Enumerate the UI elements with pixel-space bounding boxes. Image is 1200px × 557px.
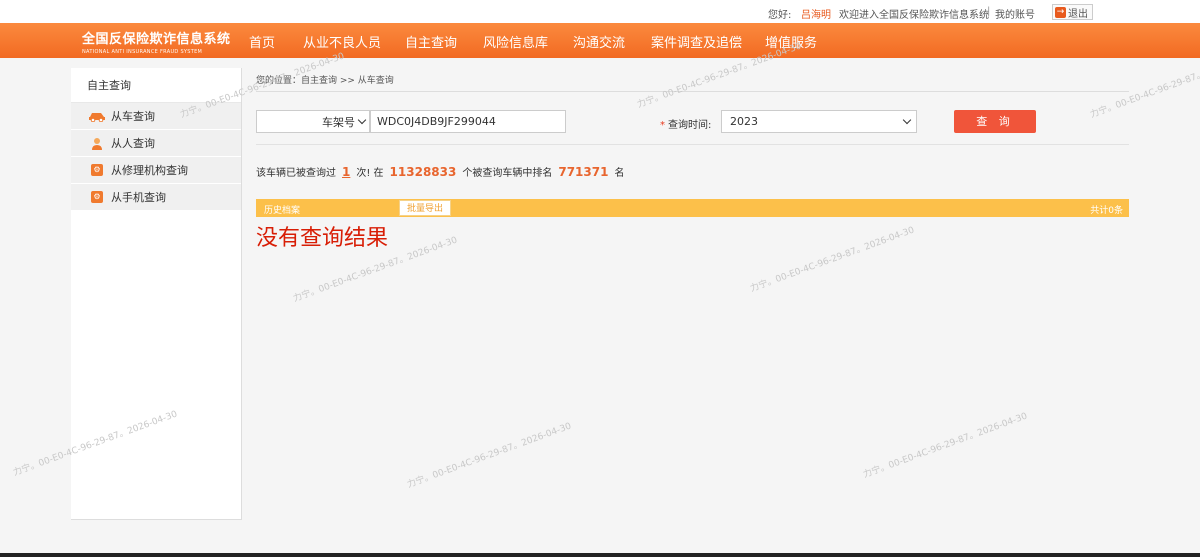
logout-button[interactable]: → 退出 bbox=[1052, 4, 1093, 20]
phone-icon: ⚙ bbox=[88, 191, 106, 204]
greeting: 您好: bbox=[768, 10, 792, 21]
query-count[interactable]: 1 bbox=[342, 165, 350, 179]
sidebar-item-phone[interactable]: ⚙ 从手机查询 bbox=[71, 184, 241, 211]
watermark: 力宁。00-E0-4C-96-29-87。2026-04-30 bbox=[862, 411, 1029, 481]
logout-label: 退出 bbox=[1068, 8, 1088, 20]
chevron-down-icon bbox=[357, 115, 367, 125]
breadcrumb: 您的位置：自主查询 >> 从车查询 bbox=[256, 76, 394, 86]
my-account-link[interactable]: 我的账号 bbox=[995, 6, 1035, 21]
sidebar-item-label: 从人查询 bbox=[111, 137, 155, 150]
sidebar-item-label: 从车查询 bbox=[111, 110, 155, 123]
system-logo[interactable]: 全国反保险欺诈信息系统 NATIONAL ANTI INSURANCE FRAU… bbox=[82, 28, 231, 55]
divider bbox=[256, 144, 1129, 145]
sidebar-item-vehicle[interactable]: 从车查询 bbox=[71, 103, 241, 130]
person-icon bbox=[88, 137, 106, 150]
logo-title-en: NATIONAL ANTI INSURANCE FRAUD SYSTEM bbox=[82, 49, 203, 55]
sidebar-item-repair-shop[interactable]: ⚙ 从修理机构查询 bbox=[71, 157, 241, 184]
welcome-text: 欢迎进入全国反保险欺诈信息系统 bbox=[839, 10, 989, 21]
nav-value-added[interactable]: 增值服务 bbox=[765, 32, 817, 51]
watermark: 力宁。00-E0-4C-96-29-87。2026-04-30 bbox=[749, 225, 916, 295]
sidebar-title: 自主查询 bbox=[71, 68, 241, 103]
nav-case-investigation[interactable]: 案件调查及追偿 bbox=[651, 32, 742, 51]
car-icon bbox=[88, 110, 106, 123]
nav-home[interactable]: 首页 bbox=[249, 32, 275, 51]
sidebar-item-person[interactable]: 从人查询 bbox=[71, 130, 241, 157]
logout-icon: → bbox=[1055, 6, 1066, 18]
query-time-text: 查询时间: bbox=[668, 120, 712, 131]
required-mark: * bbox=[660, 120, 665, 131]
taskbar-edge bbox=[0, 553, 1200, 557]
sidebar-item-label: 从手机查询 bbox=[111, 191, 166, 204]
chevron-down-icon bbox=[902, 115, 912, 125]
nav-risk-db[interactable]: 风险信息库 bbox=[483, 32, 548, 51]
repair-shop-icon: ⚙ bbox=[88, 164, 106, 177]
query-year-value: 2023 bbox=[730, 115, 758, 128]
topbar-separator: | bbox=[987, 6, 991, 17]
username[interactable]: 吕海明 bbox=[801, 6, 831, 21]
sidebar-item-label: 从修理机构查询 bbox=[111, 164, 188, 177]
query-stats: 该车辆已被查询过 1 次! 在 11328833 个被查询车辆中排名 77137… bbox=[256, 164, 624, 179]
watermark: 力宁。00-E0-4C-96-29-87。2026-04-30 bbox=[1089, 51, 1200, 121]
no-result-message: 没有查询结果 bbox=[256, 226, 389, 251]
nav-bad-practitioners[interactable]: 从业不良人员 bbox=[303, 32, 381, 51]
stats-rank-text: 个被查询车辆中排名 bbox=[462, 168, 553, 179]
total-vehicles: 11328833 bbox=[389, 165, 457, 179]
query-time-label: * 查询时间: bbox=[660, 116, 711, 131]
stats-middle: 次! 在 bbox=[356, 168, 384, 179]
stats-suffix: 名 bbox=[614, 168, 625, 179]
divider bbox=[256, 91, 1129, 92]
batch-export-button[interactable]: 批量导出 bbox=[399, 200, 452, 216]
vin-input[interactable] bbox=[370, 110, 566, 133]
history-title: 历史档案 bbox=[264, 206, 301, 216]
nav-communication[interactable]: 沟通交流 bbox=[573, 32, 625, 51]
main-nav: 全国反保险欺诈信息系统 NATIONAL ANTI INSURANCE FRAU… bbox=[0, 23, 1200, 58]
sidebar: 自主查询 从车查询 从人查询 ⚙ 从修理机构查询 ⚙ 从手机查询 bbox=[71, 68, 242, 520]
watermark: 力宁。00-E0-4C-96-29-87。2026-04-30 bbox=[406, 421, 573, 491]
history-total: 共计0条 bbox=[1090, 206, 1123, 216]
top-bar: 您好: 吕海明 欢迎进入全国反保险欺诈信息系统 | 我的账号 → 退出 bbox=[0, 0, 1200, 23]
history-bar: 历史档案 批量导出 共计0条 bbox=[256, 199, 1129, 217]
query-button[interactable]: 查 询 bbox=[954, 110, 1036, 133]
query-year-select[interactable]: 2023 bbox=[721, 110, 917, 133]
stats-prefix: 该车辆已被查询过 bbox=[256, 168, 336, 179]
query-type-value: 车架号 bbox=[322, 115, 355, 129]
rank-value: 771371 bbox=[558, 165, 609, 179]
query-type-select[interactable]: 车架号 bbox=[256, 110, 370, 133]
logo-title-cn: 全国反保险欺诈信息系统 bbox=[82, 32, 231, 47]
nav-self-query[interactable]: 自主查询 bbox=[405, 32, 457, 51]
